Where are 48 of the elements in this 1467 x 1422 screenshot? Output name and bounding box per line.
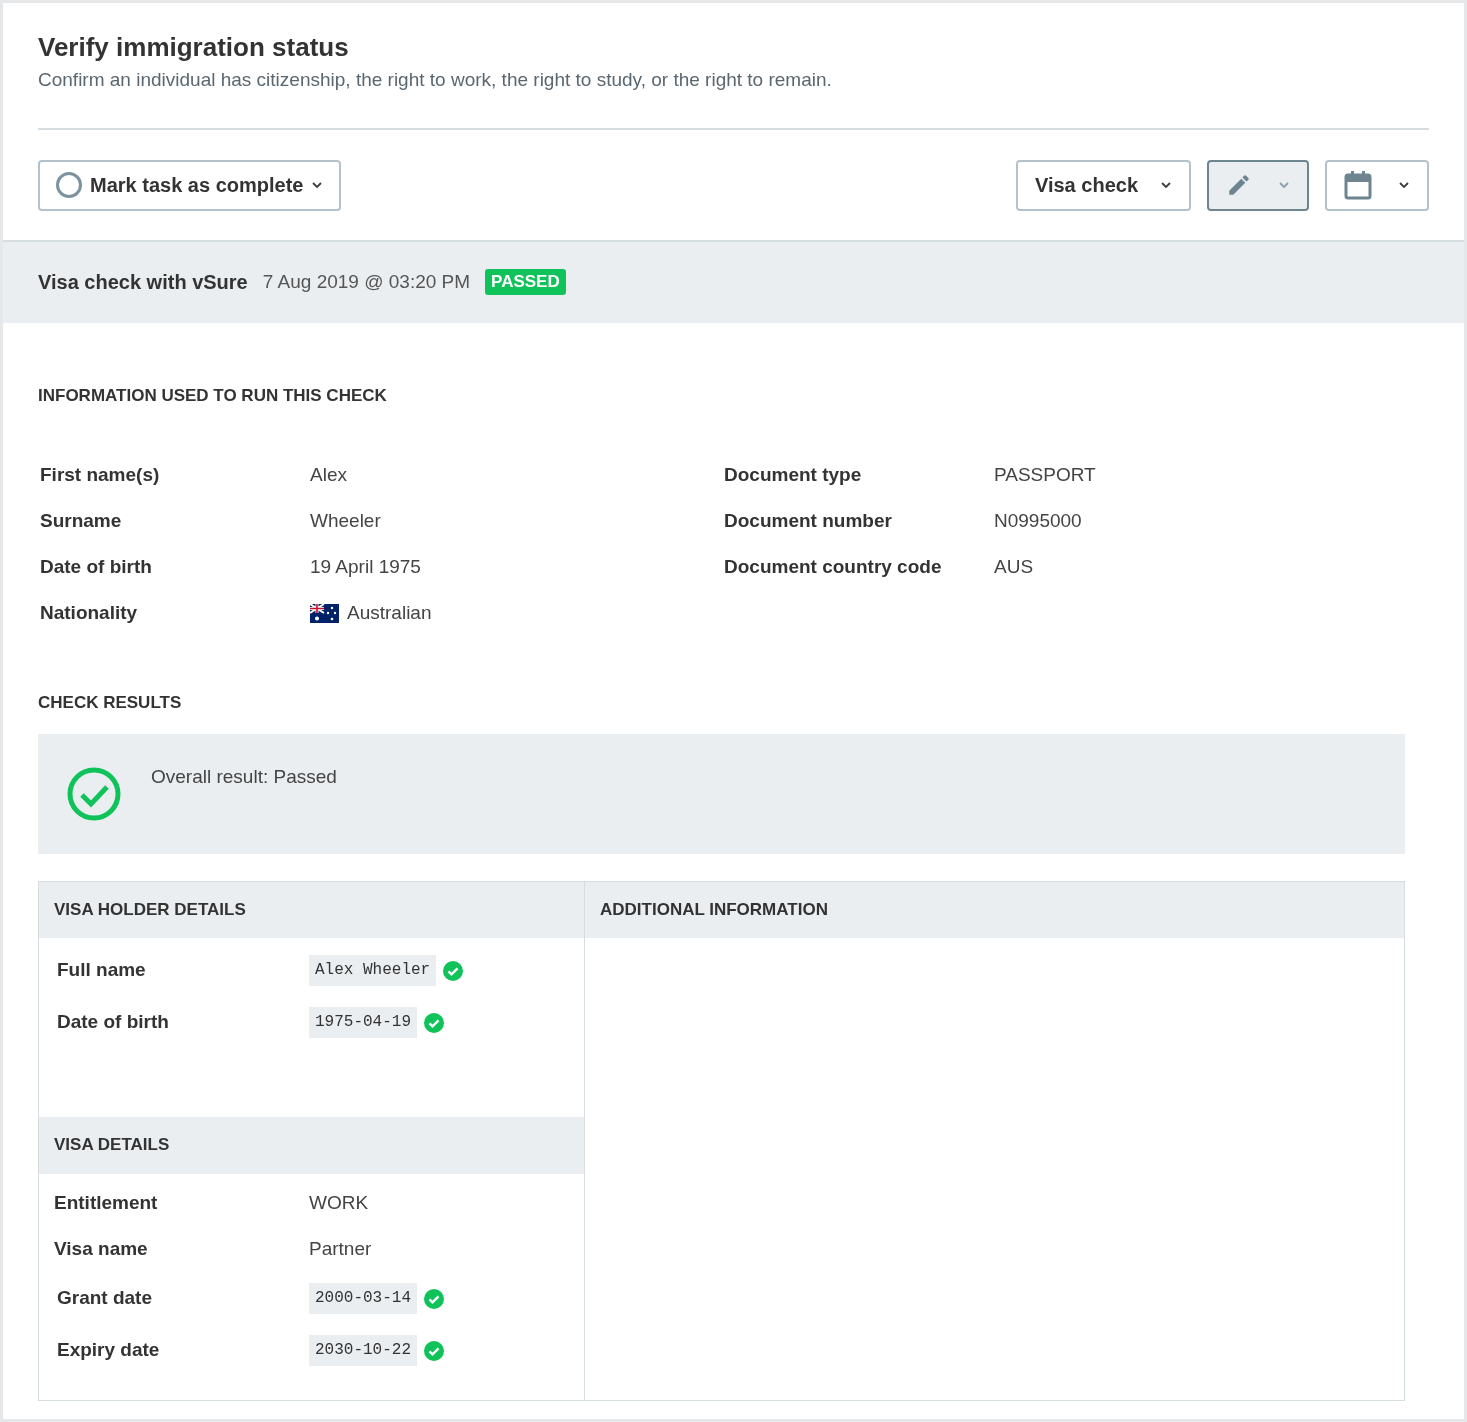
field-value: Wheeler bbox=[310, 508, 381, 533]
field-value: Alex bbox=[310, 462, 347, 487]
field-label: Nationality bbox=[40, 600, 139, 625]
field-value: Partner bbox=[309, 1237, 372, 1262]
field-label: Document country code bbox=[724, 554, 943, 579]
field-value: Australian bbox=[347, 600, 432, 625]
field-label: Document type bbox=[724, 462, 863, 487]
section-heading: INFORMATION USED TO RUN THIS CHECK bbox=[38, 384, 388, 407]
status-badge: PASSED bbox=[485, 269, 566, 295]
field-label: Grant date bbox=[57, 1286, 154, 1311]
field-label: Full name bbox=[57, 958, 147, 983]
chevron-down-icon bbox=[1278, 181, 1290, 189]
edit-button[interactable] bbox=[1207, 159, 1309, 211]
field-value: 1975-04-19 bbox=[309, 1007, 417, 1038]
mark-complete-button[interactable]: Mark task as complete bbox=[38, 159, 342, 211]
field-value: Alex Wheeler bbox=[309, 955, 437, 986]
check-type-dropdown[interactable]: Visa check bbox=[1015, 159, 1191, 211]
panel-header: VISA HOLDER DETAILS bbox=[39, 881, 584, 938]
field-label: Visa name bbox=[54, 1237, 149, 1262]
field-value: 2000-03-14 bbox=[309, 1283, 417, 1314]
section-heading: CHECK RESULTS bbox=[38, 692, 183, 714]
check-name: Visa check with vSure bbox=[38, 270, 248, 295]
field-value: AUS bbox=[994, 554, 1034, 579]
page-title: Verify immigration status bbox=[38, 31, 350, 64]
chevron-down-icon bbox=[311, 181, 324, 189]
check-timestamp: 7 Aug 2019 @ 03:20 PM bbox=[262, 269, 471, 294]
page-subtitle: Confirm an individual has citizenship, the right to work, the right to study, or the right to remain. bbox=[38, 68, 833, 92]
calendar-button[interactable] bbox=[1325, 159, 1429, 211]
checkbox[interactable] bbox=[56, 172, 82, 198]
field-label: Document number bbox=[724, 508, 893, 533]
field-label: Expiry date bbox=[57, 1338, 161, 1363]
panel-header: VISA DETAILS bbox=[39, 1116, 584, 1174]
chevron-down-icon bbox=[1398, 181, 1410, 189]
field-value: N0995000 bbox=[994, 508, 1082, 533]
field-value: WORK bbox=[309, 1191, 369, 1216]
chevron-down-icon bbox=[1160, 181, 1172, 189]
field-value: 2030-10-22 bbox=[309, 1335, 417, 1366]
field-label: Date of birth bbox=[40, 554, 153, 579]
calendar-icon bbox=[1344, 170, 1372, 200]
field-label: Surname bbox=[40, 508, 123, 533]
field-value: 19 April 1975 bbox=[310, 554, 421, 579]
panel-header: ADDITIONAL INFORMATION bbox=[585, 881, 1404, 938]
field-value: PASSPORT bbox=[994, 462, 1096, 487]
field-label: Entitlement bbox=[54, 1191, 159, 1216]
field-label: First name(s) bbox=[40, 462, 161, 487]
overall-result: Overall result: Passed bbox=[151, 764, 337, 789]
field-label: Date of birth bbox=[57, 1010, 170, 1035]
pencil-icon bbox=[1226, 172, 1252, 198]
